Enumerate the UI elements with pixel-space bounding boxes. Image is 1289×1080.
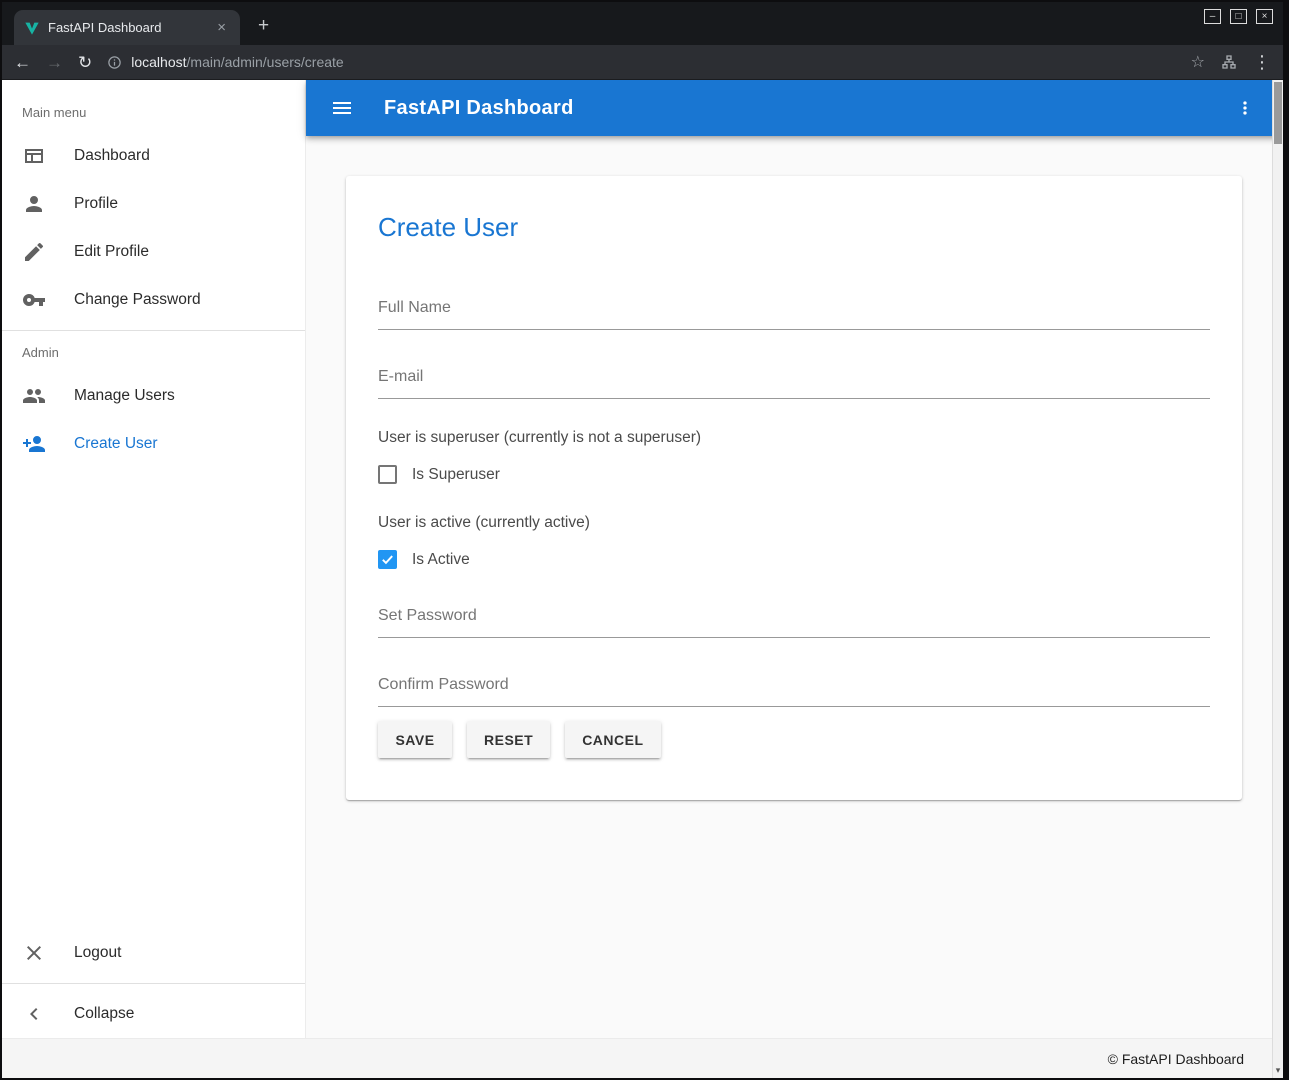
set-password-input[interactable] (378, 599, 1210, 638)
sidebar-item-label: Manage Users (74, 387, 175, 405)
confirm-password-input[interactable] (378, 668, 1210, 707)
toolbar-right: ☆ ⋮ (1191, 52, 1271, 73)
sidebar-divider (2, 983, 305, 984)
sidebar-item-create-user[interactable]: Create User (2, 420, 305, 468)
people-icon (22, 384, 46, 408)
browser-menu-icon[interactable]: ⋮ (1253, 52, 1271, 73)
active-hint: User is active (currently active) (378, 514, 1210, 532)
bookmark-star-icon[interactable]: ☆ (1191, 52, 1205, 72)
set-password-field (378, 599, 1210, 638)
new-tab-icon[interactable]: + (250, 13, 277, 39)
browser-window: FastAPI Dashboard × + – □ × ← → ↻ localh… (0, 0, 1289, 1080)
page-title: Create User (378, 212, 1210, 243)
sidebar-item-label: Logout (74, 944, 121, 962)
sidebar-item-label: Change Password (74, 291, 201, 309)
sidebar-item-collapse[interactable]: Collapse (2, 990, 305, 1038)
person-add-icon (22, 432, 46, 456)
is-superuser-checkbox-row[interactable]: Is Superuser (378, 465, 1210, 484)
url-path: /main/admin/users/create (187, 54, 344, 70)
sidebar-item-edit-profile[interactable]: Edit Profile (2, 228, 305, 276)
is-active-label: Is Active (412, 551, 470, 569)
browser-tabstrip: FastAPI Dashboard × + – □ × (2, 2, 1283, 45)
create-user-card: Create User User is superuser (currently… (346, 176, 1242, 800)
page: Main menu Dashboard Profile Edit Profile (2, 80, 1283, 1078)
confirm-password-field (378, 668, 1210, 707)
pencil-icon (22, 240, 46, 264)
url-text[interactable]: localhost/main/admin/users/create (131, 54, 343, 70)
page-footer: © FastAPI Dashboard (2, 1038, 1272, 1078)
tab-close-icon[interactable]: × (213, 19, 230, 36)
url-host: localhost (131, 54, 186, 70)
key-icon (22, 288, 46, 312)
scrollbar[interactable]: ▾ (1272, 80, 1283, 1078)
appbar-menu-icon[interactable] (1231, 94, 1259, 122)
form-actions: SAVE RESET CANCEL (378, 721, 1210, 758)
back-icon[interactable]: ← (14, 54, 31, 71)
hamburger-menu-icon[interactable] (330, 96, 354, 120)
main-area: FastAPI Dashboard Create User User is su… (306, 80, 1283, 1078)
maximize-icon[interactable]: □ (1230, 9, 1247, 24)
email-field (378, 360, 1210, 399)
cancel-button[interactable]: CANCEL (565, 721, 660, 758)
address-bar[interactable]: localhost/main/admin/users/create (107, 54, 1175, 70)
sidebar-item-label: Collapse (74, 1005, 134, 1023)
full-name-input[interactable] (378, 291, 1210, 330)
scroll-down-icon[interactable]: ▾ (1273, 1065, 1283, 1076)
site-info-icon[interactable] (107, 55, 122, 70)
sidebar-divider (2, 330, 305, 331)
v-logo-icon (24, 20, 40, 36)
window-controls: – □ × (1204, 9, 1273, 24)
browser-toolbar: ← → ↻ localhost/main/admin/users/create … (2, 45, 1283, 80)
sidebar-item-label: Profile (74, 195, 118, 213)
is-superuser-checkbox[interactable] (378, 465, 397, 484)
sidebar-item-logout[interactable]: Logout (2, 929, 305, 977)
minimize-icon[interactable]: – (1204, 9, 1221, 24)
content-area: Create User User is superuser (currently… (306, 136, 1283, 1078)
extensions-icon[interactable] (1221, 54, 1237, 70)
forward-icon[interactable]: → (46, 54, 63, 71)
tab-title: FastAPI Dashboard (48, 20, 205, 35)
scrollbar-thumb[interactable] (1274, 82, 1282, 144)
footer-copyright: © FastAPI Dashboard (1108, 1051, 1244, 1067)
is-active-checkbox-row[interactable]: Is Active (378, 550, 1210, 569)
close-icon[interactable]: × (1256, 9, 1273, 24)
sidebar-section-label: Main menu (2, 80, 305, 132)
sidebar-item-dashboard[interactable]: Dashboard (2, 132, 305, 180)
reload-icon[interactable]: ↻ (78, 54, 92, 71)
browser-tab[interactable]: FastAPI Dashboard × (14, 10, 240, 45)
sidebar-item-label: Dashboard (74, 147, 150, 165)
sidebar-section-label: Admin (2, 337, 305, 372)
sidebar: Main menu Dashboard Profile Edit Profile (2, 80, 306, 1078)
reset-button[interactable]: RESET (467, 721, 550, 758)
is-superuser-label: Is Superuser (412, 466, 500, 484)
app-bar: FastAPI Dashboard (306, 80, 1283, 136)
full-name-field (378, 291, 1210, 330)
appbar-title: FastAPI Dashboard (384, 97, 574, 120)
logout-x-icon (22, 941, 46, 965)
is-active-checkbox[interactable] (378, 550, 397, 569)
sidebar-spacer (2, 468, 305, 929)
dashboard-icon (22, 144, 46, 168)
sidebar-item-label: Create User (74, 435, 158, 453)
sidebar-item-change-password[interactable]: Change Password (2, 276, 305, 324)
save-button[interactable]: SAVE (378, 721, 452, 758)
chevron-left-icon (22, 1002, 46, 1026)
superuser-hint: User is superuser (currently is not a su… (378, 429, 1210, 447)
email-input[interactable] (378, 360, 1210, 399)
sidebar-item-label: Edit Profile (74, 243, 149, 261)
person-icon (22, 192, 46, 216)
sidebar-item-manage-users[interactable]: Manage Users (2, 372, 305, 420)
sidebar-item-profile[interactable]: Profile (2, 180, 305, 228)
